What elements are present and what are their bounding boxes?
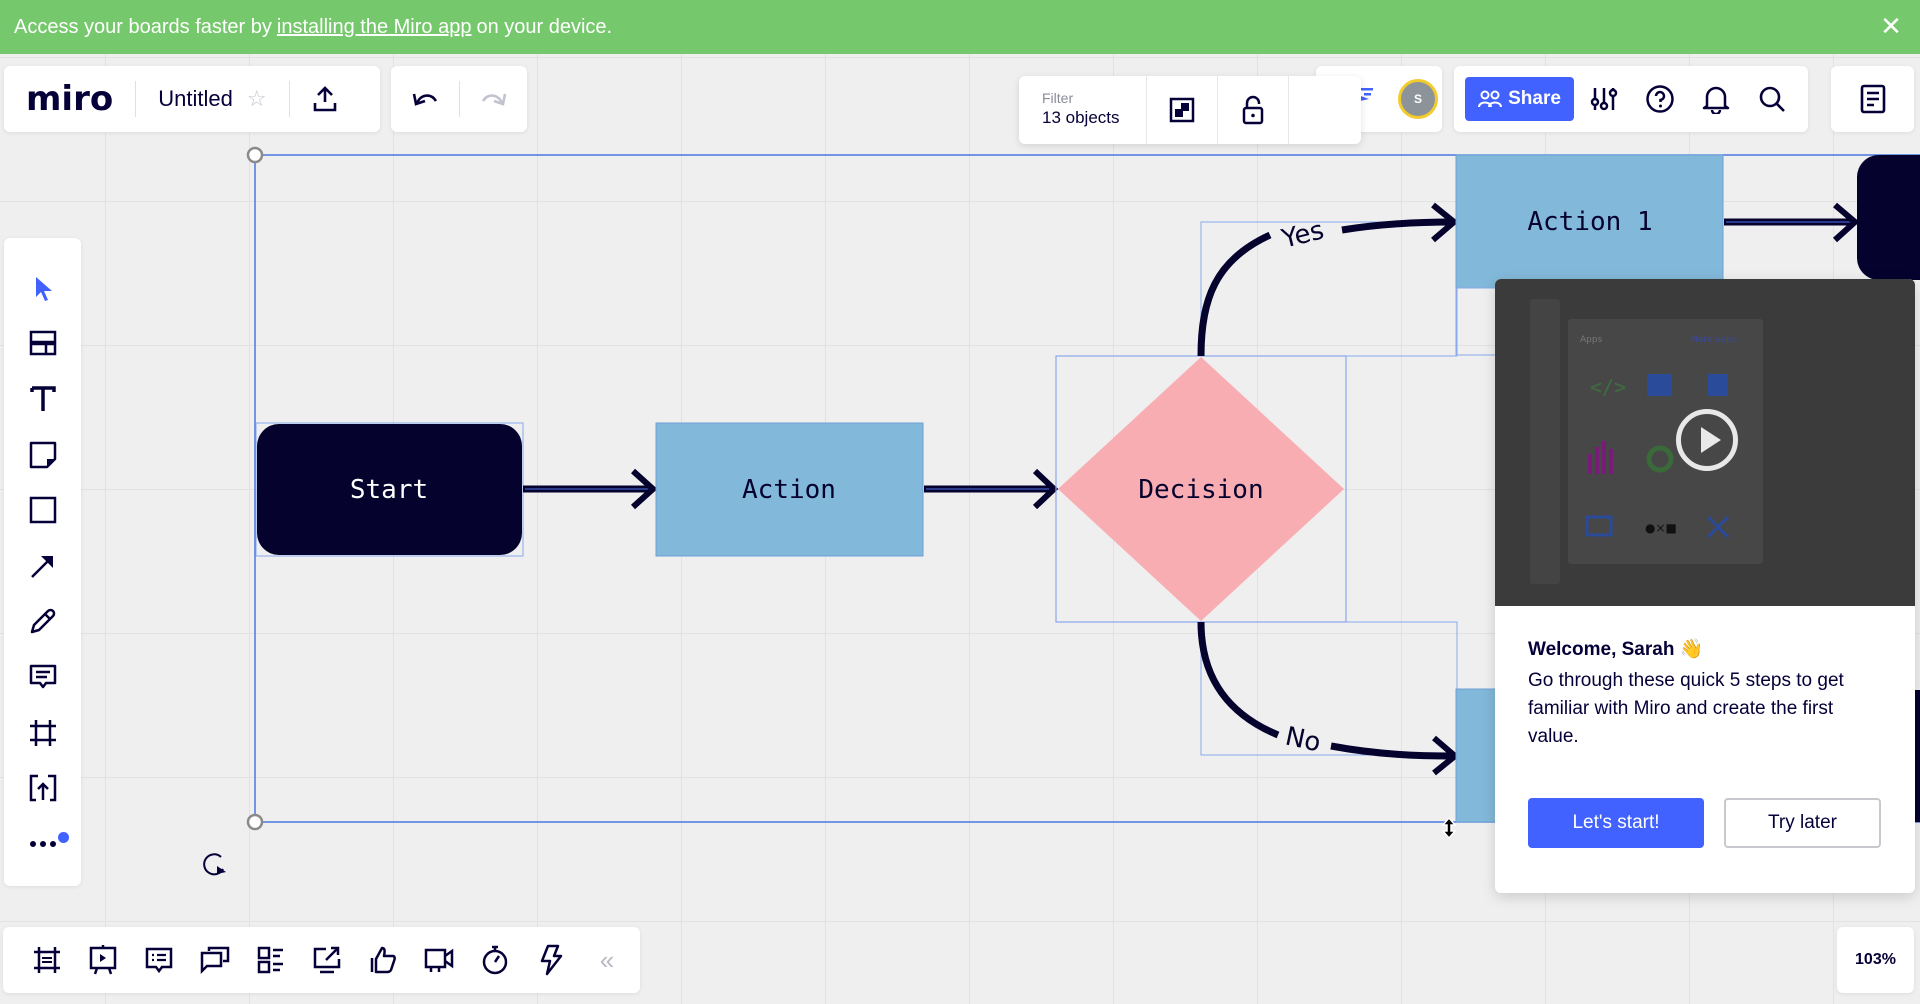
connector-no[interactable]: [1197, 621, 1453, 760]
upload-icon[interactable]: [290, 74, 360, 124]
left-toolbar: [4, 238, 81, 886]
more-options-cell[interactable]: [1289, 76, 1360, 144]
play-icon[interactable]: [1676, 409, 1738, 471]
connector-action-decision[interactable]: [924, 468, 1059, 510]
share-screen-icon[interactable]: [299, 932, 355, 988]
divider: [135, 81, 137, 117]
select-tool[interactable]: [4, 260, 81, 316]
filter-count: 13 objects: [1042, 108, 1120, 127]
lightning-icon[interactable]: [523, 932, 579, 988]
rectangle-icon: [29, 496, 56, 524]
comments-list-icon[interactable]: [131, 932, 187, 988]
notes-icon[interactable]: [1831, 66, 1914, 132]
lets-start-button[interactable]: Let's start!: [1528, 798, 1704, 848]
connector-yes[interactable]: [1197, 218, 1453, 357]
welcome-card: Apps More apps </> ●×■ Welcome, Sarah 👋 …: [1495, 279, 1915, 893]
filter-label: Filter: [1042, 90, 1074, 106]
install-app-banner: Access your boards faster by installing …: [0, 0, 1920, 54]
video-apps-title: Apps: [1580, 335, 1603, 345]
connector-action1-end[interactable]: [1724, 202, 1860, 243]
shape-tool[interactable]: [4, 482, 81, 538]
sticky-note-tool[interactable]: [4, 427, 81, 483]
frame-icon: [29, 719, 56, 746]
node-start-label: Start: [350, 475, 428, 505]
share-button[interactable]: Share: [1465, 77, 1574, 121]
bell-icon[interactable]: [1688, 74, 1744, 124]
web-capture-icon: [1647, 374, 1672, 396]
frames-icon[interactable]: [19, 932, 75, 988]
history-panel: [391, 66, 527, 132]
settings-sliders-icon[interactable]: [1576, 74, 1632, 124]
board-panel: miro Untitled ☆: [4, 66, 380, 132]
node-decision-label: Decision: [1138, 475, 1263, 505]
comment-icon: [29, 664, 56, 689]
install-app-link[interactable]: installing the Miro app: [277, 16, 472, 39]
video-call-icon[interactable]: [411, 932, 467, 988]
video-more-apps: More apps: [1690, 335, 1737, 345]
star-icon[interactable]: ☆: [247, 86, 267, 112]
notification-dot: [58, 831, 69, 843]
sticky-note-icon: [29, 441, 56, 468]
board-title[interactable]: Untitled: [158, 86, 233, 112]
search-icon[interactable]: [1744, 74, 1800, 124]
code-icon: </>: [1590, 375, 1626, 399]
selection-toolbar: Filter 13 objects: [1019, 76, 1361, 144]
tutorial-video[interactable]: Apps More apps </> ●×■: [1495, 279, 1915, 606]
banner-text-suffix: on your device.: [476, 15, 613, 38]
node-action-label: Action: [742, 475, 836, 505]
noun-project-icon: ●×■: [1645, 521, 1677, 535]
more-icon: [29, 840, 56, 847]
node-action-1-label: Action 1: [1527, 207, 1652, 237]
connection-line-tool[interactable]: [4, 538, 81, 594]
timer-icon[interactable]: [467, 932, 523, 988]
edge-label-yes: Yes: [1278, 215, 1327, 255]
redo-icon[interactable]: [460, 74, 527, 124]
selection-handle-bottom-left[interactable]: [246, 813, 264, 831]
banner-text-prefix: Access your boards faster by: [14, 15, 272, 38]
rotate-icon[interactable]: [203, 853, 226, 876]
zoom-level[interactable]: 103%: [1837, 927, 1914, 993]
frame-select-icon[interactable]: [1147, 76, 1218, 144]
connector-yes-bbox: [1200, 221, 1458, 357]
presentation-icon[interactable]: [75, 932, 131, 988]
edge-label-no: No: [1283, 722, 1324, 759]
miro-logo[interactable]: miro: [26, 79, 113, 119]
frame-tool[interactable]: [4, 705, 81, 761]
avatar[interactable]: S: [1398, 79, 1438, 119]
card-list-icon[interactable]: [243, 932, 299, 988]
connector-start-action[interactable]: [523, 468, 658, 510]
try-later-button[interactable]: Try later: [1724, 798, 1881, 848]
collapse-toolbar-button[interactable]: «: [579, 932, 635, 988]
templates-tool[interactable]: [4, 316, 81, 372]
welcome-text: Go through these quick 5 steps to get fa…: [1528, 670, 1844, 747]
selection-handle-top-left[interactable]: [246, 146, 264, 164]
users-icon: [1478, 90, 1503, 108]
pen-icon: [30, 609, 55, 634]
unlock-icon[interactable]: [1218, 76, 1289, 144]
upload-file-icon: [29, 774, 56, 802]
cursor-icon: [35, 276, 52, 301]
help-icon[interactable]: [1632, 74, 1688, 124]
share-label: Share: [1508, 88, 1561, 109]
welcome-title: Welcome, Sarah 👋: [1528, 639, 1704, 660]
bottom-toolbar: «: [3, 927, 640, 993]
actions-panel: Share: [1454, 66, 1808, 132]
resize-cursor-icon: [1441, 816, 1457, 840]
text-tool[interactable]: [4, 371, 81, 427]
upload-tool[interactable]: [4, 760, 81, 816]
filter-button[interactable]: Filter 13 objects: [1019, 76, 1147, 144]
arrow-icon: [30, 555, 53, 578]
reactions-icon[interactable]: [355, 932, 411, 988]
text-icon: [29, 386, 56, 411]
comment-tool[interactable]: [4, 649, 81, 705]
sticky-recognition-icon: [1708, 374, 1728, 396]
undo-icon[interactable]: [391, 74, 459, 124]
close-icon[interactable]: ✕: [1876, 11, 1906, 41]
pen-tool[interactable]: [4, 594, 81, 650]
chat-icon[interactable]: [187, 932, 243, 988]
node-end-top[interactable]: [1857, 155, 1920, 280]
connector-no-bbox: [1200, 621, 1458, 756]
more-tools[interactable]: [4, 816, 81, 872]
templates-icon: [29, 331, 56, 356]
